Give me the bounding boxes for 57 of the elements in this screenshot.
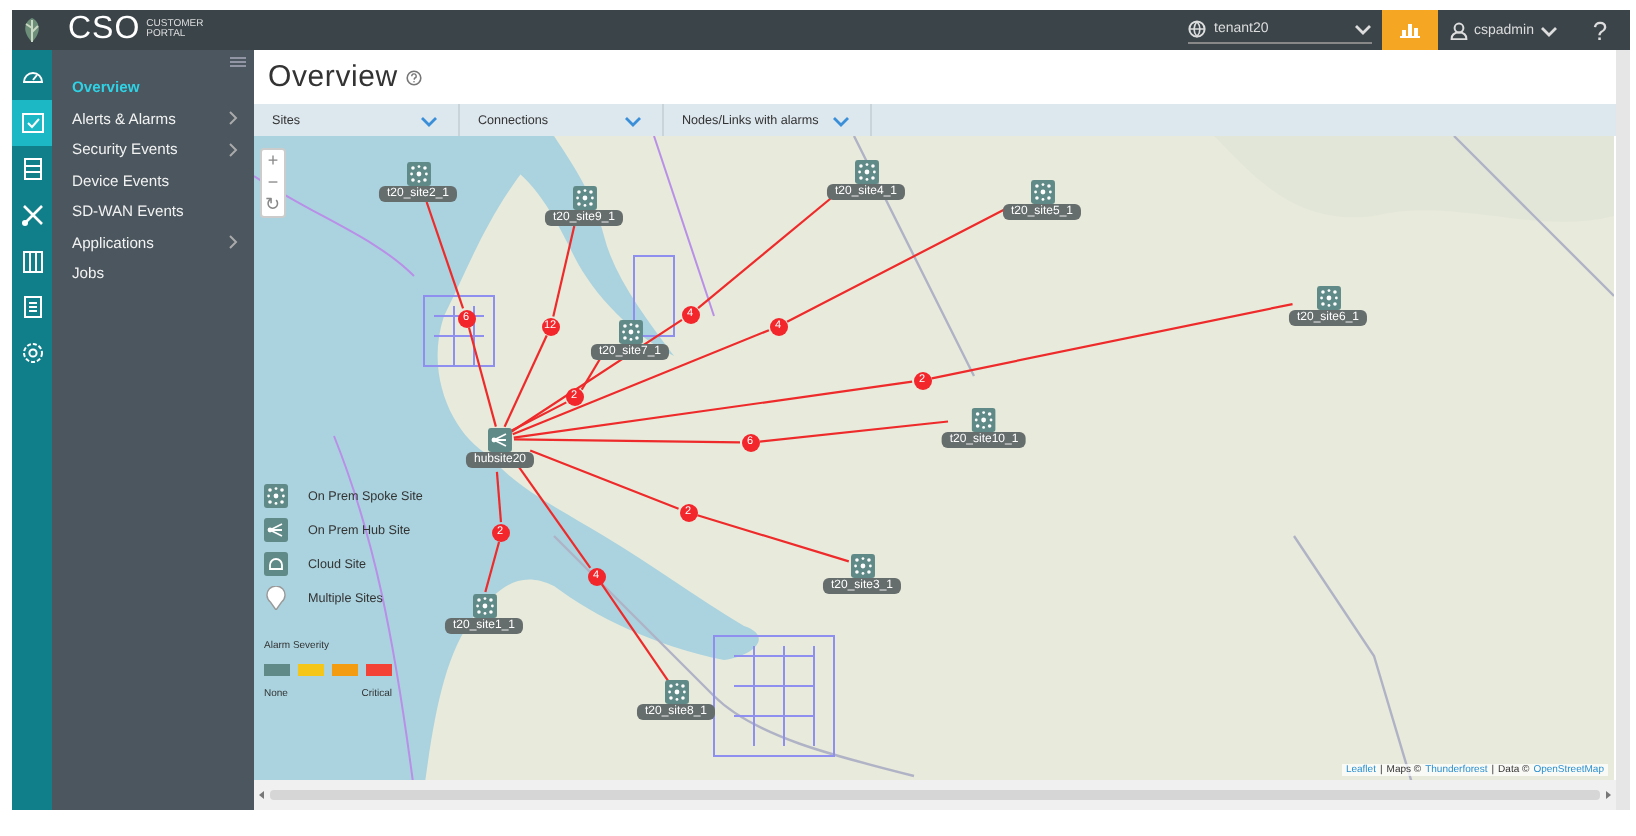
alarm-link-line[interactable]: [513, 438, 741, 444]
page-title: Overview: [268, 60, 398, 94]
chevron-down-icon: [1539, 23, 1558, 37]
logo-text: CSO: [68, 14, 141, 46]
alarm-link-line[interactable]: [697, 514, 850, 563]
help-icon[interactable]: [405, 69, 422, 85]
scroll-right-icon[interactable]: [1604, 790, 1612, 800]
alarm-link-line[interactable]: [495, 471, 503, 523]
globe-icon: [1188, 20, 1206, 38]
chevron-down-icon: [832, 113, 850, 127]
bar-chart-icon: [1400, 22, 1420, 38]
alarm-link-line[interactable]: [510, 401, 567, 433]
gear-icon: [19, 340, 45, 366]
alarm-link-line[interactable]: [759, 420, 949, 443]
network-node-icon[interactable]: [854, 160, 878, 184]
tools-icon: [19, 202, 45, 228]
help-button[interactable]: ?: [1570, 15, 1630, 45]
network-node-icon[interactable]: [618, 320, 642, 344]
zoom-out-button[interactable]: −: [262, 172, 284, 194]
alarm-link-line[interactable]: [552, 225, 576, 317]
alarm-link-line[interactable]: [467, 327, 497, 427]
alarm-link-line[interactable]: [425, 201, 465, 309]
network-node-icon[interactable]: [572, 186, 596, 210]
hub-node-icon: [264, 518, 288, 542]
menu-icon[interactable]: [230, 56, 246, 68]
document-icon: [19, 294, 45, 320]
alarm-link-line[interactable]: [517, 465, 592, 569]
zoom-in-button[interactable]: +: [262, 150, 284, 172]
cloud-site-icon: [264, 552, 288, 576]
alarm-link-line[interactable]: [580, 354, 604, 391]
chevron-down-icon: [624, 113, 642, 127]
network-node-icon[interactable]: [472, 594, 496, 618]
alarm-link-line[interactable]: [503, 335, 548, 428]
chart-button[interactable]: [1382, 10, 1438, 50]
reset-view-button[interactable]: ↻: [262, 194, 284, 216]
network-node-icon[interactable]: [850, 554, 874, 578]
alarm-link-line[interactable]: [600, 583, 669, 682]
chevron-down-icon: [420, 113, 438, 127]
scroll-left-icon[interactable]: [258, 790, 266, 800]
network-node-icon[interactable]: [1316, 286, 1340, 310]
alarm-link-line[interactable]: [513, 380, 913, 439]
database-icon: [19, 156, 45, 182]
network-node-icon[interactable]: [1030, 180, 1054, 204]
checkbox-screen-icon: [19, 110, 45, 136]
user-icon: [1450, 21, 1468, 39]
chevron-down-icon: [1354, 22, 1372, 36]
network-node-icon[interactable]: [664, 680, 688, 704]
network-node-icon: [264, 484, 288, 508]
alarm-link-line[interactable]: [512, 329, 770, 436]
hub-node-icon[interactable]: [488, 428, 512, 452]
building-icon: [19, 248, 45, 274]
alarm-link-line[interactable]: [484, 541, 501, 593]
network-node-icon[interactable]: [972, 408, 996, 432]
map-pin-icon: [264, 586, 288, 610]
alarm-link-line[interactable]: [529, 449, 679, 510]
network-node-icon[interactable]: [406, 162, 430, 186]
alarm-link-line[interactable]: [931, 303, 1293, 380]
